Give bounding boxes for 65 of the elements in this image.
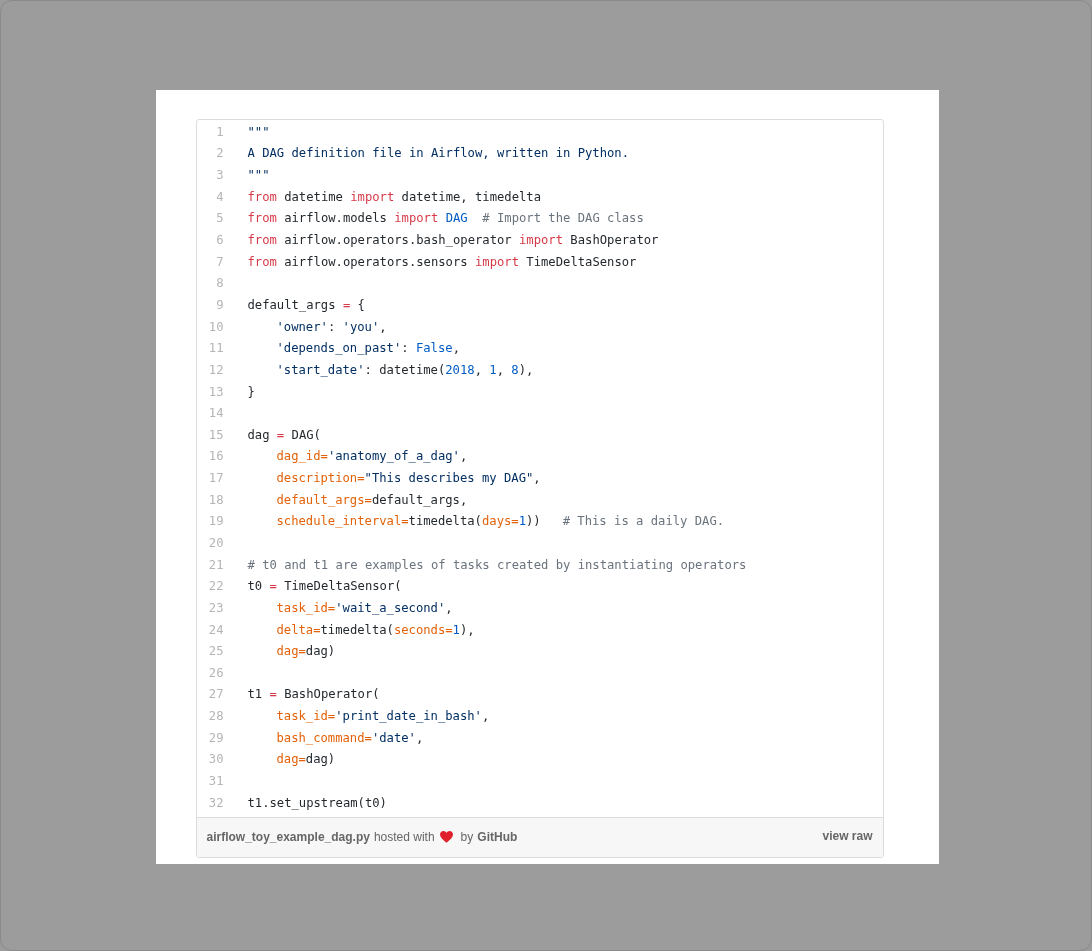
code-line: task_id='print_date_in_bash', <box>276 709 490 724</box>
line-number: 27 <box>207 687 224 702</box>
line-number: 11 <box>207 341 224 356</box>
line-number: 9 <box>215 297 224 312</box>
line-number: 15 <box>207 427 224 442</box>
code-line: from airflow.models import DAG # Import the DAG class <box>247 211 644 226</box>
code-line: t0 = TimeDeltaSensor( <box>247 579 402 594</box>
code-line: description="This describes my DAG", <box>276 471 541 486</box>
code-line: """ <box>247 124 270 139</box>
code-line: } <box>247 384 255 399</box>
line-number: 21 <box>207 557 224 572</box>
code-line: """ <box>247 168 270 183</box>
line-number: 17 <box>207 471 224 486</box>
code-line: t1.set_upstream(t0) <box>247 795 387 810</box>
line-number: 26 <box>207 665 224 680</box>
code-line: dag = DAG( <box>247 427 321 442</box>
code-line: A DAG definition file in Airflow, written in Python. <box>247 146 630 161</box>
line-number: 1 <box>215 124 224 139</box>
footer-text: by <box>460 830 474 844</box>
line-number: 16 <box>207 449 224 464</box>
line-number: 14 <box>207 406 224 421</box>
line-number: 12 <box>207 362 224 377</box>
line-number: 30 <box>207 752 224 767</box>
code-line: from airflow.operators.bash_operator import BashOperator <box>247 233 659 247</box>
line-number: 19 <box>207 514 224 529</box>
line-number: 10 <box>207 319 224 334</box>
line-number: 2 <box>215 146 224 161</box>
footer-text: hosted with <box>373 830 435 844</box>
line-number: 28 <box>207 709 224 724</box>
file-link[interactable]: airflow_toy_example_dag.py <box>206 830 370 844</box>
line-number: 7 <box>215 254 224 269</box>
line-number: 6 <box>215 233 224 247</box>
line-number: 32 <box>207 795 224 810</box>
line-number: 13 <box>207 384 224 399</box>
code-line: 'depends_on_past': False, <box>276 341 460 356</box>
code-line: dag=dag) <box>276 752 336 767</box>
code-line: 'start_date': datetime(2018, 1, 8), <box>276 362 534 377</box>
heart-icon <box>439 831 453 843</box>
line-number: 8 <box>215 276 224 291</box>
line-number: 31 <box>207 774 224 789</box>
code-line: task_id='wait_a_second', <box>276 600 453 615</box>
line-number: 18 <box>207 492 224 507</box>
code-line: delta=timedelta(seconds=1), <box>276 622 475 637</box>
code-line: # t0 and t1 are examples of tasks created by instantiating operators <box>247 557 747 572</box>
code-line: bash_command='date', <box>276 730 424 745</box>
code-line: 'owner': 'you', <box>276 319 387 334</box>
line-number: 23 <box>207 600 224 615</box>
line-number: 29 <box>207 730 224 745</box>
line-number: 5 <box>215 211 224 226</box>
code-line: from datetime import datetime, timedelta <box>247 189 541 204</box>
code-line: default_args = { <box>247 297 365 312</box>
code-line: schedule_interval=timedelta(days=1)) # This is a daily DAG. <box>276 514 725 529</box>
code-line: from airflow.operators.sensors import TimeDeltaSensor <box>247 254 637 269</box>
github-link[interactable]: GitHub <box>477 830 518 844</box>
code-line: default_args=default_args, <box>276 492 468 507</box>
line-number: 20 <box>207 536 224 550</box>
line-number: 4 <box>215 189 224 204</box>
line-number: 24 <box>207 622 224 637</box>
line-number: 22 <box>207 579 224 594</box>
line-number: 25 <box>207 644 224 659</box>
line-number: 3 <box>215 168 224 183</box>
code-line: t1 = BashOperator( <box>247 687 380 702</box>
code-line: dag=dag) <box>276 644 336 659</box>
code-line: dag_id='anatomy_of_a_dag', <box>276 449 468 464</box>
view-raw-link[interactable]: view raw <box>822 828 873 843</box>
